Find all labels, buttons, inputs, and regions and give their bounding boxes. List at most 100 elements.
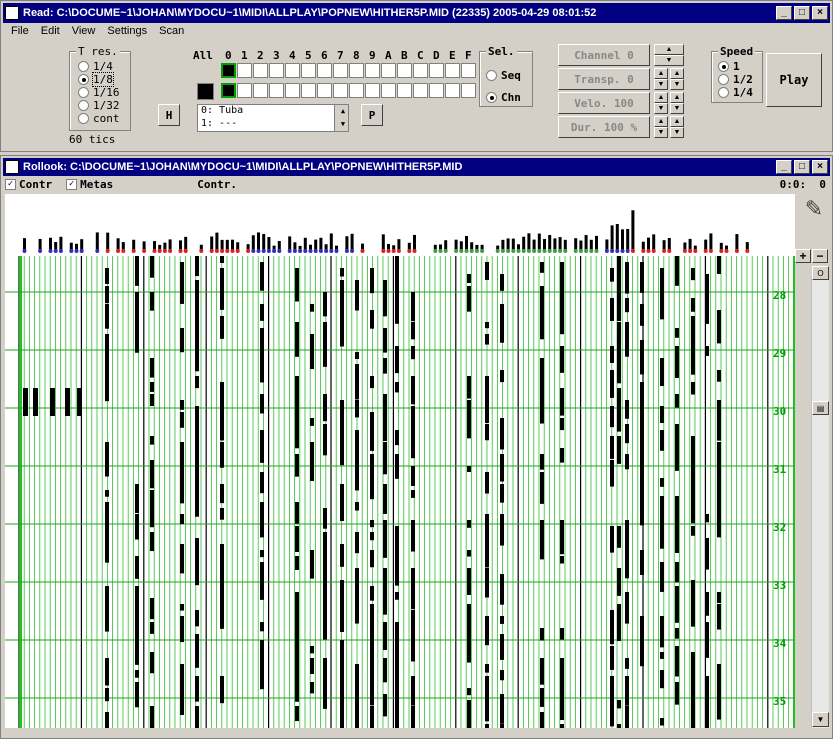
- pencil-icon[interactable]: ✎: [799, 196, 829, 226]
- minimize-button[interactable]: _: [776, 160, 792, 174]
- rollook-titlebar[interactable]: Rollook: C:\DOCUME~1\JOHAN\MYDOCU~1\MIDI…: [3, 158, 830, 176]
- channel-label-6[interactable]: 6: [321, 49, 328, 62]
- spin-button[interactable]: ▼: [670, 127, 684, 138]
- menu-view[interactable]: View: [72, 25, 96, 41]
- channel-label-4[interactable]: 4: [289, 49, 296, 62]
- scroll-top-icon[interactable]: O: [812, 266, 829, 280]
- maximize-button[interactable]: □: [794, 160, 810, 174]
- channel-label-3[interactable]: 3: [273, 49, 280, 62]
- h-button[interactable]: H: [158, 104, 180, 126]
- zoom-in-button[interactable]: +: [795, 249, 811, 263]
- spin-button[interactable]: ▲: [654, 44, 684, 55]
- piano-roll[interactable]: [5, 256, 795, 728]
- track-item[interactable]: 1: ---: [198, 118, 348, 131]
- channel-cell[interactable]: [221, 83, 236, 98]
- menu-scan[interactable]: Scan: [159, 25, 184, 41]
- spin-button[interactable]: ▼: [654, 103, 668, 114]
- channel-cell[interactable]: [429, 63, 444, 78]
- metas-checkbox[interactable]: ✓ Metas: [66, 178, 113, 191]
- spin-button[interactable]: ▼: [654, 55, 684, 66]
- channel-cell[interactable]: [237, 63, 252, 78]
- spin-button[interactable]: ▼: [654, 79, 668, 90]
- channel-label-A[interactable]: A: [385, 49, 392, 62]
- p-button[interactable]: P: [361, 104, 383, 126]
- menu-settings[interactable]: Settings: [107, 25, 147, 41]
- channel-label-2[interactable]: 2: [257, 49, 264, 62]
- spin-button[interactable]: ▲: [670, 68, 684, 79]
- speed-option-1-2[interactable]: 1/2: [718, 73, 753, 86]
- channel-label-5[interactable]: 5: [305, 49, 312, 62]
- channel-cell[interactable]: [253, 63, 268, 78]
- channel-cell[interactable]: [397, 83, 412, 98]
- sel-option-seq[interactable]: Seq: [486, 64, 521, 86]
- sel-option-chn[interactable]: Chn: [486, 86, 521, 108]
- dur-field[interactable]: Dur. 100 %: [558, 116, 650, 138]
- track-list[interactable]: 0: Tuba 1: --- ▲ ▼: [197, 104, 349, 132]
- channel-label-0[interactable]: 0: [225, 49, 232, 62]
- velocity-area[interactable]: [5, 194, 795, 256]
- channel-cell[interactable]: [253, 83, 268, 98]
- channel-field[interactable]: Channel 0: [558, 44, 650, 66]
- menu-edit[interactable]: Edit: [41, 25, 60, 41]
- tres-option-1-4[interactable]: 1/4: [78, 60, 120, 73]
- vertical-scrollbar[interactable]: O ▤ ▼: [811, 266, 829, 728]
- channel-label-F[interactable]: F: [465, 49, 472, 62]
- speed-option-1[interactable]: 1: [718, 60, 753, 73]
- channel-cell[interactable]: [221, 63, 236, 78]
- channel-cell[interactable]: [349, 83, 364, 98]
- channel-label-B[interactable]: B: [401, 49, 408, 62]
- speed-option-1-4[interactable]: 1/4: [718, 86, 753, 99]
- channel-cell[interactable]: [285, 83, 300, 98]
- spin-button[interactable]: ▲: [654, 116, 668, 127]
- channel-cell[interactable]: [445, 83, 460, 98]
- channel-cell[interactable]: [413, 83, 428, 98]
- channel-cell[interactable]: [397, 63, 412, 78]
- spin-button[interactable]: ▼: [670, 79, 684, 90]
- close-button[interactable]: ×: [812, 160, 828, 174]
- channel-cell[interactable]: [413, 63, 428, 78]
- tres-option-1-32[interactable]: 1/32: [78, 99, 120, 112]
- channel-cell[interactable]: [381, 83, 396, 98]
- channel-all-label[interactable]: All: [193, 49, 213, 62]
- spin-button[interactable]: ▼: [654, 127, 668, 138]
- menu-file[interactable]: File: [11, 25, 29, 41]
- channel-cell[interactable]: [365, 83, 380, 98]
- channel-cell[interactable]: [333, 63, 348, 78]
- tres-option-1-16[interactable]: 1/16: [78, 86, 120, 99]
- play-button[interactable]: Play: [766, 53, 822, 107]
- channel-cell[interactable]: [301, 63, 316, 78]
- channel-cell[interactable]: [285, 63, 300, 78]
- spin-button[interactable]: ▼: [670, 103, 684, 114]
- channel-label-1[interactable]: 1: [241, 49, 248, 62]
- spin-button[interactable]: ▲: [670, 116, 684, 127]
- read-titlebar[interactable]: Read: C:\DOCUME~1\JOHAN\MYDOCU~1\MIDI\AL…: [3, 3, 830, 23]
- track-item[interactable]: 0: Tuba: [198, 105, 348, 118]
- channel-cell[interactable]: [445, 63, 460, 78]
- channel-label-C[interactable]: C: [417, 49, 424, 62]
- channel-cell[interactable]: [269, 83, 284, 98]
- close-button[interactable]: ×: [812, 6, 828, 20]
- channel-label-8[interactable]: 8: [353, 49, 360, 62]
- channel-cell[interactable]: [381, 63, 396, 78]
- channel-cell[interactable]: [269, 63, 284, 78]
- channel-label-D[interactable]: D: [433, 49, 440, 62]
- channel-label-7[interactable]: 7: [337, 49, 344, 62]
- channel-cell[interactable]: [461, 63, 476, 78]
- channel-cell[interactable]: [333, 83, 348, 98]
- spin-button[interactable]: ▲: [670, 92, 684, 103]
- contr-checkbox[interactable]: ✓ Contr: [5, 178, 52, 191]
- spin-button[interactable]: ▲: [654, 92, 668, 103]
- scroll-thumb[interactable]: ▤: [812, 401, 829, 415]
- velo-field[interactable]: Velo. 100: [558, 92, 650, 114]
- channel-cell[interactable]: [237, 83, 252, 98]
- channel-label-9[interactable]: 9: [369, 49, 376, 62]
- channel-cell[interactable]: [365, 63, 380, 78]
- channel-cell[interactable]: [317, 63, 332, 78]
- maximize-button[interactable]: □: [794, 6, 810, 20]
- spin-button[interactable]: ▲: [654, 68, 668, 79]
- tres-option-cont[interactable]: cont: [78, 112, 120, 125]
- scroll-down-icon[interactable]: ▼: [812, 712, 829, 727]
- tres-option-1-8[interactable]: 1/8: [78, 72, 120, 87]
- channel-cell[interactable]: [301, 83, 316, 98]
- channel-cell[interactable]: [349, 63, 364, 78]
